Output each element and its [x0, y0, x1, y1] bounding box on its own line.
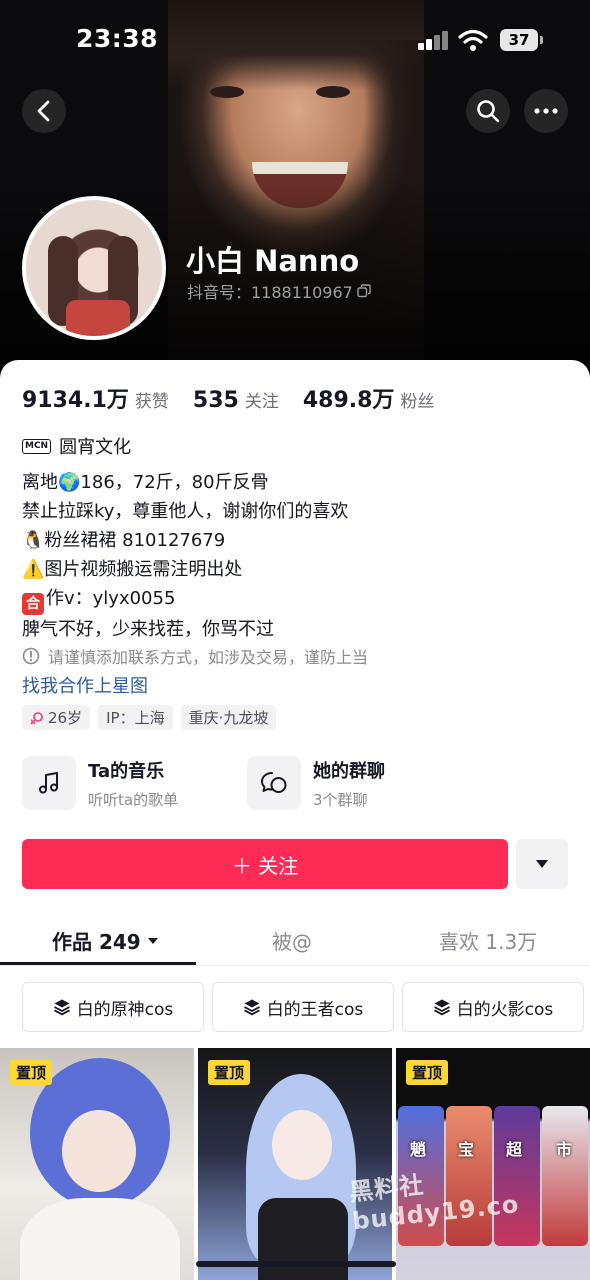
stat-followers[interactable]: 489.8万 粉丝: [303, 382, 435, 414]
tab-works[interactable]: 作品 249: [52, 926, 159, 955]
stat-likes: 9134.1万 获赞: [22, 382, 169, 414]
battery-icon: 37: [500, 29, 543, 51]
avatar[interactable]: [22, 196, 166, 340]
profile-nickname: 小白 Nanno: [186, 244, 360, 278]
home-indicator: [196, 1261, 396, 1267]
collection-label: 白的王者cos: [266, 999, 364, 1020]
stat-label: 关注: [244, 392, 279, 412]
stat-value: 9134.1万: [22, 388, 129, 413]
back-button[interactable]: [22, 89, 66, 133]
video-grid: 置顶 置顶 魈 宝 超 市 置顶 黑料社 buddy19.co: [0, 1048, 590, 1280]
tab-mentioned[interactable]: 被@: [272, 926, 312, 955]
chevron-left-icon: [37, 100, 50, 122]
caret-down-icon: [536, 860, 548, 868]
pinned-badge: 置顶: [10, 1060, 53, 1085]
collections-row: 白的原神cos 白的王者cos 白的火影cos: [22, 982, 584, 1032]
group-card-subtitle: 3个群聊: [313, 790, 368, 809]
star-map-link[interactable]: 找我合作上星图: [22, 672, 148, 698]
bio: 离地🌍186，72斤，80斤反骨 禁止拉踩ky，尊重他人，谢谢你们的喜欢 🐧粉丝…: [22, 468, 348, 644]
tab-likes[interactable]: 喜欢 1.3万: [439, 926, 537, 955]
search-icon: [477, 100, 500, 123]
ip-tag: IP：上海: [98, 705, 173, 730]
mcn-icon: MCN: [22, 438, 52, 454]
bio-line: 离地🌍186，72斤，80斤反骨: [22, 472, 269, 493]
pinned-badge: 置顶: [208, 1060, 251, 1085]
video-thumbnail[interactable]: 置顶: [0, 1048, 194, 1280]
wifi-icon: [458, 29, 488, 51]
content-tabs: 作品 249 被@ 喜欢 1.3万: [0, 916, 590, 966]
more-dots-icon: [534, 108, 558, 114]
account-id-text: 抖音号：1188110967: [187, 283, 353, 302]
group-chat-card[interactable]: 她的群聊 3个群聊: [247, 756, 385, 810]
layers-icon: [433, 999, 450, 1016]
stat-label: 获赞: [134, 392, 169, 412]
copy-icon[interactable]: [357, 284, 371, 298]
account-id: 抖音号：1188110967: [187, 279, 371, 303]
profile-sheet: 9134.1万 获赞 535 关注 489.8万 粉丝 MCN 圆宵文化 离地🌍…: [0, 360, 590, 1280]
recommend-dropdown-button[interactable]: [516, 839, 568, 889]
mcn-name: 圆宵文化: [59, 437, 132, 458]
thumb-label: 宝: [458, 1140, 475, 1159]
tab-indicator: [0, 962, 196, 965]
collection-label: 白的火影cos: [456, 999, 554, 1020]
age-tag: 26岁: [22, 705, 91, 730]
pinned-badge: 置顶: [406, 1060, 449, 1085]
layers-icon: [53, 999, 70, 1016]
chat-bubbles-icon: [247, 756, 301, 810]
bio-line-text: 作v：ylyx0055: [46, 588, 176, 609]
thumb-label: 魈: [410, 1140, 427, 1159]
music-card[interactable]: Ta的音乐 听听ta的歌单: [22, 756, 178, 810]
follow-button[interactable]: ＋ 关注: [22, 839, 508, 889]
tab-works-label: 作品 249: [52, 930, 141, 954]
search-button[interactable]: [466, 89, 510, 133]
collection-item[interactable]: 白的原神cos: [22, 982, 204, 1032]
music-card-title: Ta的音乐: [88, 760, 165, 782]
collection-item[interactable]: 白的王者cos: [212, 982, 394, 1032]
profile-tags: 26岁 IP：上海 重庆·九龙坡: [22, 705, 277, 730]
status-time: 23:38: [76, 24, 159, 53]
collection-item[interactable]: 白的火影cos: [402, 982, 584, 1032]
music-card-subtitle: 听听ta的歌单: [88, 790, 179, 809]
signal-icon: [418, 30, 452, 50]
feature-cards: Ta的音乐 听听ta的歌单 她的群聊 3个群聊: [22, 756, 568, 812]
collection-label: 白的原神cos: [76, 999, 174, 1020]
bio-line: ⚠️图片视频搬运需注明出处: [22, 559, 243, 580]
mcn-agency[interactable]: MCN 圆宵文化: [22, 433, 131, 459]
stats-row: 9134.1万 获赞 535 关注 489.8万 粉丝: [22, 382, 458, 414]
status-bar: 23:38 37: [0, 0, 590, 80]
contact-warning: 请谨慎添加联系方式，如涉及交易，谨防上当: [22, 644, 368, 668]
contact-warning-text: 请谨慎添加联系方式，如涉及交易，谨防上当: [48, 648, 369, 667]
music-icon: [22, 756, 76, 810]
stat-following[interactable]: 535 关注: [193, 387, 279, 413]
stat-value: 535: [192, 388, 239, 413]
more-button[interactable]: [524, 89, 568, 133]
stat-value: 489.8万: [302, 388, 395, 413]
video-thumbnail[interactable]: 置顶: [198, 1048, 392, 1280]
layers-icon: [243, 999, 260, 1016]
bio-line: 脾气不好，少来找茬，你骂不过: [22, 619, 274, 640]
group-card-title: 她的群聊: [313, 760, 385, 782]
bio-line: 🐧粉丝裙裙 810127679: [22, 530, 226, 551]
location-tag: 重庆·九龙坡: [180, 705, 277, 730]
age-text: 26岁: [48, 709, 83, 727]
bio-line: 禁止拉踩ky，尊重他人，谢谢你们的喜欢: [22, 501, 349, 522]
female-icon: [30, 711, 43, 724]
stat-label: 粉丝: [400, 392, 435, 412]
bio-line: 合作v：ylyx0055: [22, 584, 348, 615]
info-icon: [22, 647, 40, 665]
caret-down-icon: [147, 937, 158, 944]
cooperation-icon: 合: [22, 593, 44, 615]
